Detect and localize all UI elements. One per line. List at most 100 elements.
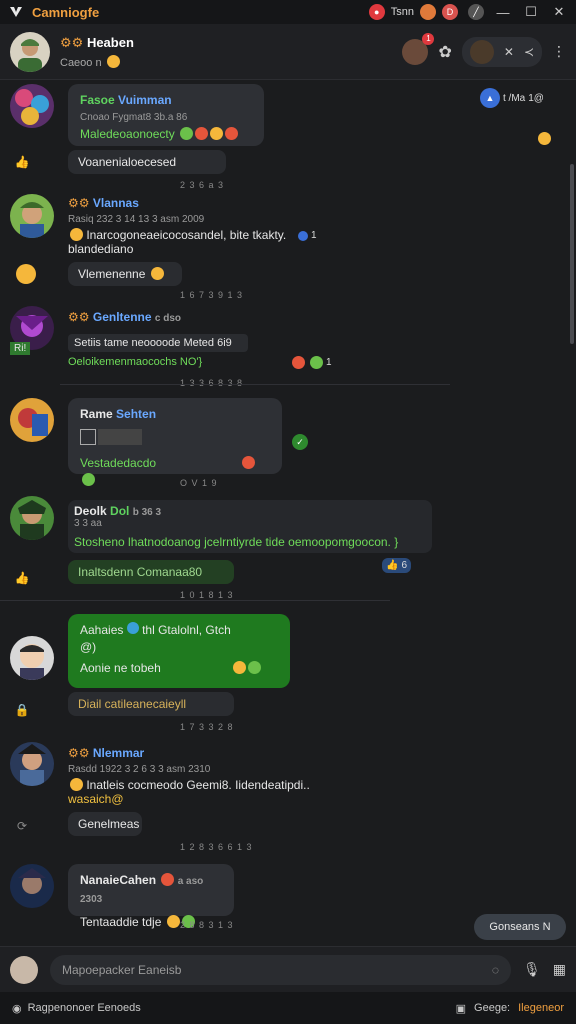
user-avatar[interactable] xyxy=(10,742,54,786)
message-list[interactable]: ▲ t /Ma 1@ Fasoe Vuimman Cnoao Fygmat8 3… xyxy=(0,80,576,946)
message-body[interactable]: Deolk Dol b 36 3 3 3 aa Stosheno lhatnod… xyxy=(68,500,432,553)
settings-icon[interactable]: ✿ xyxy=(438,42,451,62)
message-text-line1: Aahaies thl Gtalolnl, Gtch xyxy=(80,622,231,637)
message-author: Rame Sehten xyxy=(80,407,157,421)
message-item: ⚙⚙ Nlemmar Rasdd 1922 3 2 6 3 3 asm 2310… xyxy=(10,742,450,852)
mic-icon[interactable]: ╱ xyxy=(468,4,484,20)
attachment-preview[interactable] xyxy=(80,429,270,445)
pin-icon[interactable]: ▲ xyxy=(480,88,500,108)
status-left: Ragpenonoer Eenoeds xyxy=(27,1002,141,1014)
message-meta: Rasdd 1922 3 2 6 3 3 asm 2310 xyxy=(68,764,211,775)
member-avatar-2 xyxy=(469,39,494,64)
message-body[interactable]: ⚙⚙ Nlemmar Rasdd 1922 3 2 6 3 3 asm 2310… xyxy=(68,746,338,806)
message-input[interactable] xyxy=(62,962,442,977)
message-text-line2: wasaich@ xyxy=(68,792,124,806)
file-icon xyxy=(80,429,96,445)
message-text: Inarcogoneaeicocosandel, bite tkakty. xyxy=(68,228,328,242)
reply-bubble[interactable]: Diail catileanecaieyll xyxy=(68,692,234,716)
channel-subtitle: Caeoo n xyxy=(60,54,134,69)
message-item: Rame Sehten Vestadedacdo ✓ O V 1 9 xyxy=(10,398,450,488)
member-avatar-1[interactable]: 1 xyxy=(402,32,435,65)
app-logo-icon xyxy=(8,4,24,20)
self-avatar[interactable] xyxy=(10,955,38,984)
message-text-line2: @) xyxy=(80,640,97,654)
user-avatar[interactable] xyxy=(10,636,54,680)
reaction[interactable]: 1 xyxy=(290,356,332,369)
close-button[interactable]: ✕ xyxy=(550,3,568,21)
emoji-icon xyxy=(225,127,239,140)
minimize-button[interactable]: — xyxy=(494,3,512,21)
maximize-button[interactable]: ☐ xyxy=(522,3,540,21)
top-right-info: ▲ t /Ma 1@ xyxy=(480,88,544,108)
user-avatar[interactable] xyxy=(10,84,54,128)
refresh-icon[interactable]: ⟳ xyxy=(14,818,30,834)
message-input-wrapper[interactable]: ◌ xyxy=(50,954,511,985)
message-bubble[interactable]: Fasoe Vuimman Cnoao Fygmat8 3b.a 86 Male… xyxy=(68,84,264,146)
message-item: ⚙⚙ Vlannas Rasiq 232 3 14 13 3 asm 2009 … xyxy=(10,194,450,300)
emoji-icon xyxy=(150,267,164,280)
app-title: Camniogfe xyxy=(32,4,100,20)
info-icon xyxy=(126,622,139,634)
message-text: Vestadedacdo xyxy=(80,455,270,489)
thumbs-up-icon[interactable]: 👍 xyxy=(14,154,30,170)
reaction[interactable]: 1 xyxy=(298,230,317,241)
timestamp: 2 3 6 a 3 xyxy=(180,180,225,190)
reaction[interactable]: 👍 6 xyxy=(382,558,412,573)
side-tag: Ri! xyxy=(10,342,31,355)
user-avatar[interactable] xyxy=(10,864,54,908)
reply-bubble[interactable]: Inaltsdenn Comanaa80 xyxy=(68,560,234,584)
message-meta: 3 3 aa xyxy=(74,518,102,529)
emoji-icon xyxy=(195,127,209,140)
message-author: ⚙⚙ Genltenne c dso xyxy=(68,310,182,324)
user-avatar[interactable] xyxy=(10,398,54,442)
message-author: ⚙⚙ Nlemmar xyxy=(68,746,145,760)
user-avatar[interactable] xyxy=(10,194,54,238)
message-bubble[interactable]: Aahaies thl Gtalolnl, Gtch @) Aonie ne t… xyxy=(68,614,290,688)
message-bubble[interactable]: Rame Sehten Vestadedacdo xyxy=(68,398,282,486)
message-author: NanaieCahen a aso 2303 xyxy=(80,873,204,905)
channel-name: ⚙⚙ Heaben xyxy=(60,34,134,50)
message-item: Aahaies thl Gtalolnl, Gtch @) Aonie ne t… xyxy=(10,614,450,732)
message-author: Fasoe Vuimman xyxy=(80,93,172,107)
message-body[interactable]: ⚙⚙ Vlannas Rasiq 232 3 14 13 3 asm 2009 … xyxy=(68,196,328,256)
lock-icon[interactable]: 🔒 xyxy=(14,702,30,718)
attachment-icon[interactable]: ▦ xyxy=(553,961,566,978)
emoji-picker-icon[interactable]: ◌ xyxy=(492,963,499,977)
message-text-line2: blandediano xyxy=(68,242,134,256)
emoji-icon xyxy=(166,915,180,928)
microphone-icon[interactable]: 🎙 xyxy=(523,961,541,978)
timestamp: 1 0 1 8 1 3 xyxy=(180,590,234,600)
thumbs-up-icon[interactable]: 👍 xyxy=(14,570,30,586)
reply-bubble[interactable]: Genelmeas xyxy=(68,812,142,836)
status-right-value: Ilegeneor xyxy=(518,1002,564,1014)
user-emoji-icon[interactable] xyxy=(16,264,36,284)
message-item: Deolk Dol b 36 3 3 3 aa Stosheno lhatnod… xyxy=(10,496,432,606)
message-author: Deolk Dol b 36 3 xyxy=(74,504,162,518)
mute-icon[interactable]: ✕ xyxy=(504,45,514,59)
user-avatar[interactable] xyxy=(10,496,54,540)
badge: D xyxy=(442,4,458,20)
expand-icon[interactable]: ≺ xyxy=(524,45,534,59)
scrollbar[interactable] xyxy=(570,164,574,344)
message-text-line2: Oeloikemenmaocochs NO'} xyxy=(68,356,203,368)
call-group[interactable]: ✕ ≺ xyxy=(461,36,542,67)
emoji-icon xyxy=(82,473,95,486)
status-right-label: Geege: xyxy=(474,1002,511,1014)
check-icon[interactable]: ✓ xyxy=(292,434,308,450)
jump-to-latest-button[interactable]: Gonseans N xyxy=(474,914,566,940)
reply-bubble[interactable]: Vlemenenne xyxy=(68,262,182,286)
emoji-icon xyxy=(247,661,261,674)
user-status[interactable]: ● Tsnn D xyxy=(368,4,458,20)
more-options-icon[interactable]: ⋮ xyxy=(552,43,566,60)
settings-icon[interactable]: ▣ xyxy=(456,1002,466,1015)
message-bubble[interactable]: NanaieCahen a aso 2303 Tentaaddie tdje xyxy=(68,864,234,929)
message-body[interactable]: ⚙⚙ Genltenne c dso Setiis tame neoooode … xyxy=(68,310,388,368)
reaction-emoji-icon[interactable] xyxy=(538,132,551,145)
channel-avatar[interactable] xyxy=(10,31,50,72)
emoji-icon xyxy=(161,873,175,886)
emoji-icon xyxy=(242,456,256,469)
connection-icon: ◉ xyxy=(12,1002,22,1015)
reply-bubble[interactable]: Voanenialoecesed xyxy=(68,150,226,174)
timestamp: 1 6 7 3 9 1 3 xyxy=(180,290,244,300)
message-item: NanaieCahen a aso 2303 Tentaaddie tdje 2… xyxy=(10,864,450,944)
